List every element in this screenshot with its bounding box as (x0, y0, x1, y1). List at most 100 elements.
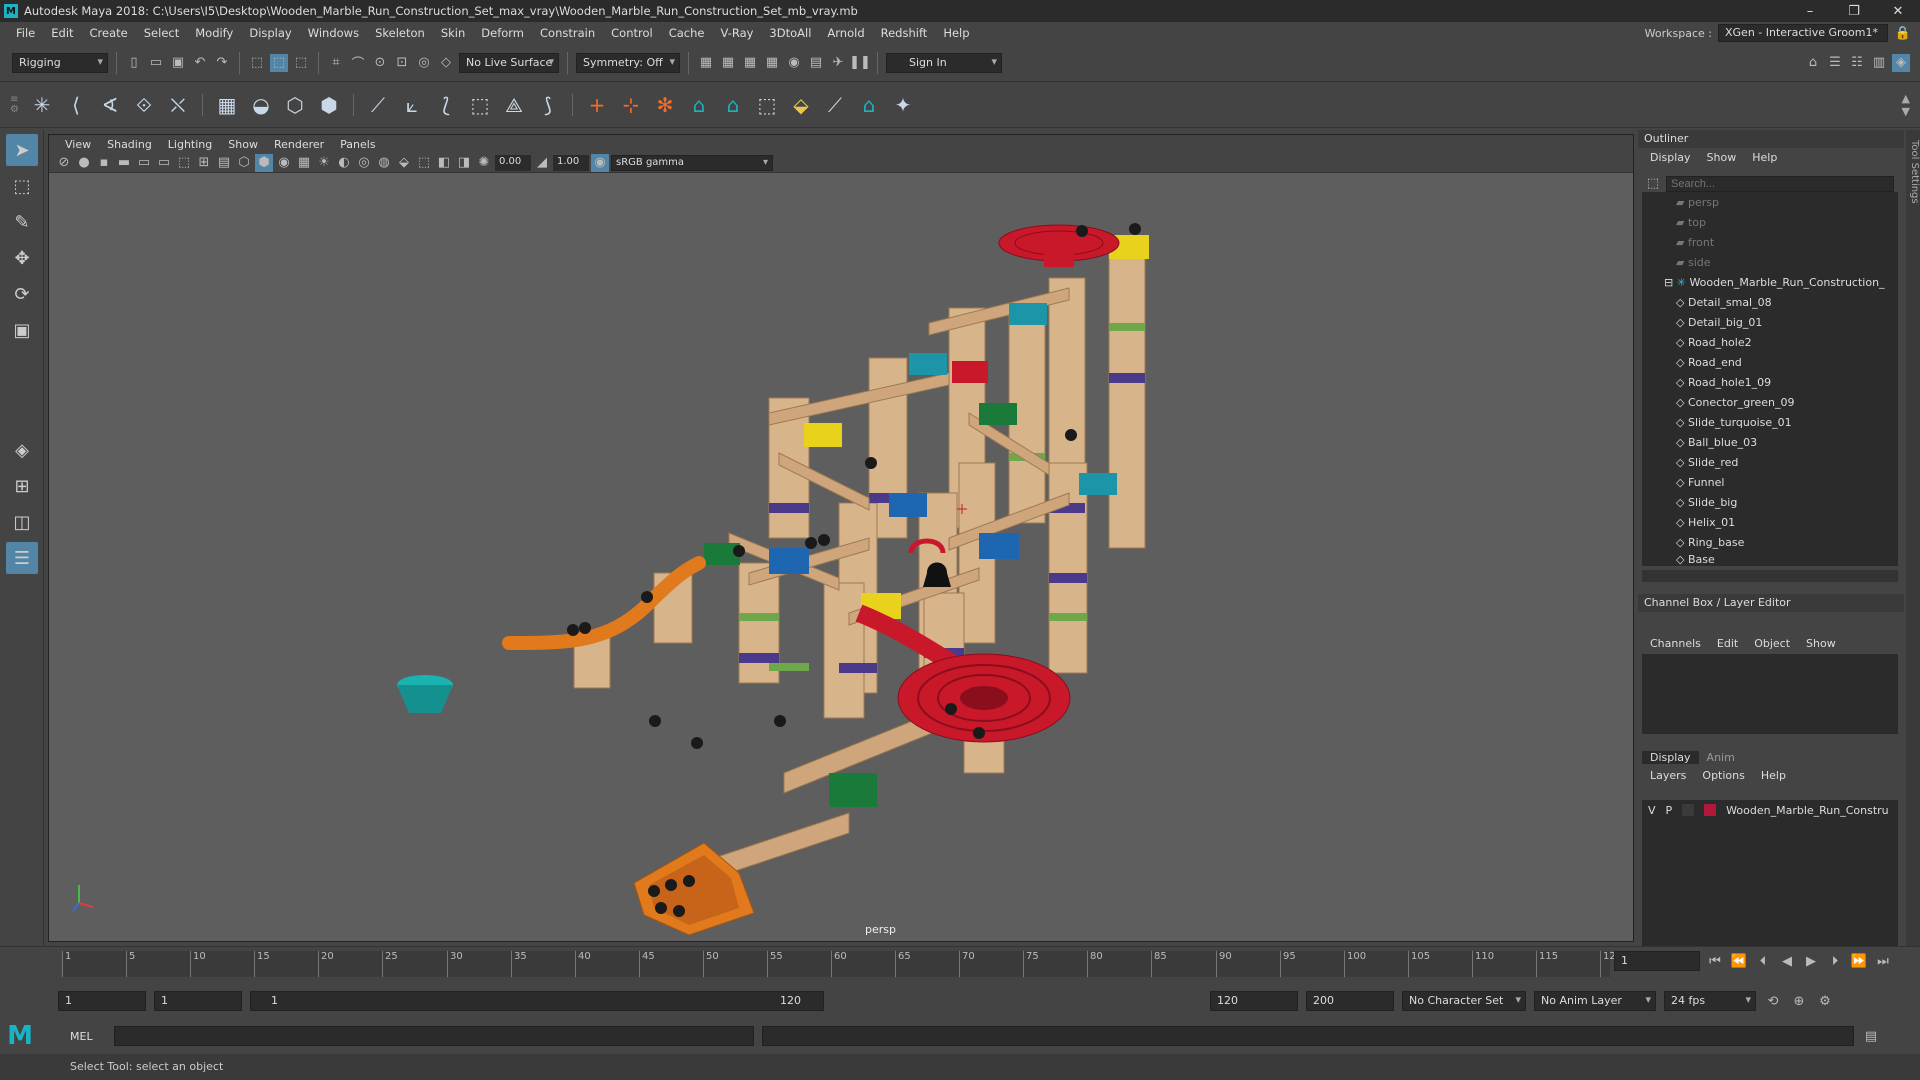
layer-color-swatch[interactable] (1704, 804, 1717, 816)
menu-create[interactable]: Create (82, 26, 136, 40)
single-view-icon[interactable]: ◈ (6, 434, 38, 466)
bind-skin-icon[interactable]: ⟋ (364, 91, 392, 119)
layer-type-box[interactable] (1682, 804, 1695, 816)
mel-label[interactable]: MEL (40, 1030, 100, 1043)
outliner-group[interactable]: ⊟ ✳ Wooden_Marble_Run_Construction_ (1642, 272, 1898, 292)
time-ruler[interactable]: 1 5 10 15 20 25 30 35 40 45 50 55 60 65 70 75 80 85 90 95 10… (62, 951, 1622, 977)
anti-aliasing-icon[interactable]: ⬙ (395, 154, 413, 172)
nonlinear-icon[interactable]: ⟁ (500, 91, 528, 119)
connector-yellow[interactable] (804, 423, 842, 447)
snap-grid-icon[interactable]: ⌗ (327, 54, 345, 72)
wrap-icon[interactable]: ⬡ (281, 91, 309, 119)
joint-tool-icon[interactable]: ✳ (28, 91, 56, 119)
hypershade-icon[interactable]: ◉ (785, 54, 803, 72)
menu-skeleton[interactable]: Skeleton (367, 26, 433, 40)
bookmark-icon[interactable]: ● (75, 154, 93, 172)
select-object-icon[interactable]: ⬚ (270, 53, 288, 72)
time-slider[interactable]: 1 5 10 15 20 25 30 35 40 45 50 55 60 65 70 75 80 85 90 95 10… (0, 946, 1920, 980)
outliner-search-input[interactable] (1666, 176, 1894, 192)
outliner-item[interactable]: ◇ Base (1642, 552, 1898, 566)
scale-tool-icon[interactable]: ▣ (6, 314, 38, 346)
safe-action-icon[interactable]: ⬚ (175, 154, 193, 172)
menu-file[interactable]: File (8, 26, 43, 40)
outliner-menu-help[interactable]: Help (1744, 151, 1785, 164)
menu-3dtoall[interactable]: 3DtoAll (761, 26, 819, 40)
film-gate-icon[interactable]: ▬ (115, 154, 133, 172)
vp-menu-renderer[interactable]: Renderer (266, 138, 332, 151)
play-forwards-icon[interactable]: ▶ (1802, 952, 1820, 970)
vp-menu-view[interactable]: View (57, 138, 99, 151)
outliner-filter-icon[interactable]: ⬚ (1644, 174, 1662, 192)
vp-menu-show[interactable]: Show (220, 138, 266, 151)
grid-toggle-icon[interactable]: ⊞ (195, 154, 213, 172)
outliner-item[interactable]: ◇ Road_hole2 (1642, 332, 1898, 352)
outliner-item[interactable]: ◇ Slide_big (1642, 492, 1898, 512)
channels-menu[interactable]: Channels (1642, 637, 1709, 650)
outliner-hscrollbar[interactable] (1642, 570, 1898, 582)
outliner-menu-show[interactable]: Show (1699, 151, 1745, 164)
quick-rig-icon[interactable]: ⌂ (855, 91, 883, 119)
undo-icon[interactable]: ↶ (191, 54, 209, 72)
connector-turquoise[interactable] (909, 353, 947, 375)
gamma-icon[interactable]: ◢ (533, 154, 551, 172)
layer-visibility-toggle[interactable]: V (1648, 804, 1656, 817)
pause-icon[interactable]: ❚❚ (849, 54, 871, 72)
character-set-dropdown[interactable]: No Character Set (1402, 991, 1526, 1011)
teal-cup[interactable] (397, 675, 453, 713)
save-scene-icon[interactable]: ▣ (169, 54, 187, 72)
wire-icon[interactable]: ⬢ (315, 91, 343, 119)
maximize-button[interactable]: ❐ (1832, 4, 1876, 19)
channels-object-menu[interactable]: Object (1746, 637, 1798, 650)
layers-options-menu[interactable]: Options (1694, 769, 1752, 782)
menu-deform[interactable]: Deform (473, 26, 532, 40)
menu-control[interactable]: Control (603, 26, 661, 40)
ipr-render-icon[interactable]: ▦ (741, 54, 759, 72)
anim-prefs-icon[interactable]: ⚙ (1816, 992, 1834, 1010)
menu-constrain[interactable]: Constrain (532, 26, 603, 40)
motion-blur-icon[interactable]: ◍ (375, 154, 393, 172)
hud-icon[interactable]: ▤ (215, 154, 233, 172)
layer-playback-toggle[interactable]: P (1666, 804, 1673, 817)
set-key-icon[interactable]: ⬙ (787, 91, 815, 119)
gamma-field[interactable]: 1.00 (553, 154, 589, 171)
new-scene-icon[interactable]: ▯ (125, 54, 143, 72)
menu-redshift[interactable]: Redshift (873, 26, 936, 40)
render-sequence-icon[interactable]: ▦ (719, 54, 737, 72)
humanik-icon[interactable]: ⛌ (164, 91, 192, 119)
outliner-item[interactable]: ◇ Slide_red (1642, 452, 1898, 472)
mel-command-input[interactable] (114, 1026, 754, 1046)
select-tool-icon[interactable]: ➤ (6, 134, 38, 166)
lookdev-icon[interactable]: ✈ (829, 54, 847, 72)
lattice-icon[interactable]: ▦ (213, 91, 241, 119)
outliner-item[interactable]: ◇ Slide_turquoise_01 (1642, 412, 1898, 432)
loop-icon[interactable]: ⟲ (1764, 992, 1782, 1010)
outliner-item-camera[interactable]: ▰ side (1642, 252, 1898, 272)
attribute-editor-icon[interactable]: ☰ (1826, 54, 1844, 72)
outliner-menu-display[interactable]: Display (1642, 151, 1699, 164)
aim-constraint-icon[interactable]: ⊹ (617, 91, 645, 119)
graph-editor-icon[interactable]: ⟋ (821, 91, 849, 119)
skin-weights-icon[interactable]: ⟀ (398, 91, 426, 119)
menu-set-dropdown[interactable]: Rigging (12, 52, 108, 73)
layer-editor-icon[interactable]: ◈ (1892, 53, 1910, 72)
outliner-item-camera[interactable]: ▰ persp (1642, 192, 1898, 212)
scale-constraint-icon[interactable]: ⌂ (719, 91, 747, 119)
symmetry-dropdown[interactable]: Symmetry: Off (576, 52, 680, 73)
connector-turquoise[interactable] (1009, 303, 1047, 325)
select-hierarchy-icon[interactable]: ⬚ (248, 54, 266, 72)
four-view-icon[interactable]: ⊞ (6, 470, 38, 502)
redo-icon[interactable]: ↷ (213, 54, 231, 72)
script-editor-icon[interactable]: ▤ (1862, 1027, 1880, 1045)
vp-menu-panels[interactable]: Panels (332, 138, 383, 151)
menu-vray[interactable]: V-Ray (712, 26, 761, 40)
outliner-item[interactable]: ◇ Ring_base (1642, 532, 1898, 552)
modeling-toolkit-icon[interactable]: ⌂ (1804, 54, 1822, 72)
textured-icon[interactable]: ▦ (295, 154, 313, 172)
vp-menu-shading[interactable]: Shading (99, 138, 160, 151)
menu-windows[interactable]: Windows (300, 26, 367, 40)
lights-icon[interactable]: ☀ (315, 154, 333, 172)
orient-constraint-icon[interactable]: ✻ (651, 91, 679, 119)
layer-row[interactable]: V P Wooden_Marble_Run_Constru (1642, 800, 1898, 820)
snap-view-icon[interactable]: ⊡ (393, 54, 411, 72)
render-settings-icon[interactable]: ▦ (763, 54, 781, 72)
